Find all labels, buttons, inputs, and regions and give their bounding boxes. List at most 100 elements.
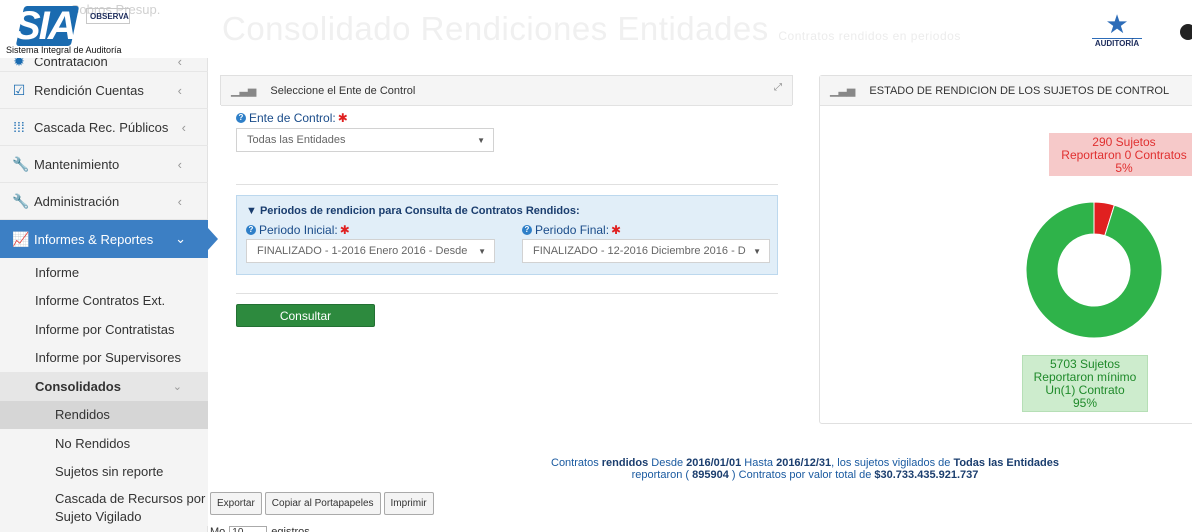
chevron-left-icon: ‹ — [181, 119, 186, 135]
chevron-left-icon: ‹ — [177, 82, 182, 98]
submenu-group-label: Consolidados — [35, 378, 121, 394]
sidebar-item-label: Administración — [34, 193, 120, 209]
help-icon: ? — [246, 225, 256, 235]
label-cero-contratos: 290 Sujetos Reportaron 0 Contratos 5% — [1049, 133, 1192, 176]
logo-subtitle: Sistema Integral de Auditoría — [6, 45, 122, 55]
page-subtitle: Contratos rendidos en periodos — [778, 29, 961, 43]
submenu-item-cascada-recursos[interactable]: Cascada de Recursos por Sujeto Vigilado — [0, 486, 208, 526]
label-minimo-un-contrato: 5703 Sujetos Reportaron mínimo Un(1) Con… — [1022, 355, 1148, 412]
sidebar-menu: ✹ Contratación ‹ ☑ Rendición Cuentas ‹ ⁞… — [0, 52, 218, 526]
ente-control-select[interactable]: Todas las Entidades ▼ — [236, 128, 494, 152]
page-size-select[interactable]: 10 — [229, 526, 268, 532]
page-title-text: Consolidado Rendiciones Entidades — [222, 10, 769, 47]
ente-control-label: ? Ente de Control: ✱ — [236, 111, 348, 125]
summary-count: 895904 — [692, 469, 729, 481]
sidebar-item-label: Cascada Rec. Públicos — [34, 119, 169, 135]
summary-part: Contratos — [551, 457, 599, 469]
periodo-final-label: ? Periodo Final: ✱ — [522, 223, 621, 237]
sidebar-item-administracion[interactable]: 🔧 Administración ‹ — [0, 183, 208, 220]
submenu-item-no-rendidos[interactable]: No Rendidos — [0, 429, 208, 458]
bar-chart-icon: ▁▃▅ — [231, 85, 257, 97]
help-icon: ? — [236, 113, 246, 123]
chevron-down-icon: ⌄ — [175, 231, 186, 246]
summary-part: Desde — [651, 457, 684, 469]
submenu-item-informe-contratistas[interactable]: Informe por Contratistas — [0, 315, 208, 344]
sidebar: Cobros Presup. SIA OBSERVA Sistema Integ… — [0, 0, 218, 532]
expand-icon[interactable]: ⤢ — [774, 82, 782, 93]
caret-down-icon: ▼ — [749, 246, 761, 256]
sidebar-item-mantenimiento[interactable]: 🔧 Mantenimiento ‹ — [0, 146, 208, 183]
exportar-button[interactable]: Exportar — [210, 492, 262, 515]
summary-to-date: 2016/12/31 — [776, 457, 832, 469]
submenu-item-rendidos[interactable]: Rendidos — [0, 400, 208, 429]
summary-part: ) Contratos por valor total de — [731, 469, 872, 481]
periodos-title: ▼ Periodos de rendicion para Consulta de… — [246, 205, 580, 217]
submenu-item-informe-contratos-ext[interactable]: Informe Contratos Ext. — [0, 287, 208, 316]
summary-total: $30.733.435.921.737 — [874, 469, 979, 481]
observa-label: OBSERVA — [90, 12, 129, 21]
ente-control-label-text: Ente de Control: — [249, 111, 336, 125]
sidebar-item-label: Rendición Cuentas — [34, 82, 144, 98]
copiar-portapapeles-button[interactable]: Copiar al Portapapeles — [264, 492, 381, 515]
periodos-title-text: Periodos de rendicion para Consulta de C… — [259, 205, 580, 217]
line-chart-icon: 📈 — [12, 230, 30, 247]
sidebar-item-rendicion-cuentas[interactable]: ☑ Rendición Cuentas ‹ — [0, 72, 208, 109]
submenu-item-informe-supervisores[interactable]: Informe por Supervisores — [0, 344, 208, 373]
grid-icon: ⁞⁞⁞ — [13, 119, 25, 135]
sidebar-item-informes-reportes[interactable]: 📈 Informes & Reportes ⌄ — [0, 220, 218, 258]
wrench-icon: 🔧 — [12, 155, 30, 172]
panel-header: ▁▃▅ Seleccione el Ente de Control ⤢ — [221, 76, 792, 106]
bar-chart-icon: ▁▃▅ — [830, 85, 856, 97]
sidebar-item-label: Informes & Reportes — [34, 231, 154, 247]
submenu-item-informe[interactable]: Informe — [0, 258, 208, 287]
panel-header: ▁▃▅ ESTADO DE RENDICION DE LOS SUJETOS D… — [820, 76, 1192, 106]
imprimir-button[interactable]: Imprimir — [383, 492, 434, 515]
star-icon: ★ — [1105, 9, 1129, 39]
periodo-inicial-label: ? Periodo Inicial: ✱ — [246, 223, 350, 237]
periodo-final-select[interactable]: FINALIZADO - 12-2016 Diciembre 2016 - D … — [522, 239, 770, 263]
periodo-inicial-value: FINALIZADO - 1-2016 Enero 2016 - Desde — [257, 245, 468, 257]
submenu-informes: Informe Informe Contratos Ext. Informe p… — [0, 258, 208, 526]
summary-rendidos: rendidos — [601, 457, 649, 469]
help-icon: ? — [522, 225, 532, 235]
panel-title: Seleccione el Ente de Control — [270, 84, 416, 97]
ente-control-value: Todas las Entidades — [247, 134, 346, 146]
page-size-prefix: Mo — [210, 526, 226, 532]
periodo-inicial-label-text: Periodo Inicial: — [259, 223, 338, 237]
caret-down-icon: ▼ — [474, 246, 486, 256]
label-line: 95% — [1072, 396, 1098, 410]
label-line: 5% — [1115, 161, 1133, 175]
chevron-left-icon: ‹ — [177, 156, 182, 172]
consultar-button[interactable]: Consultar — [236, 304, 375, 327]
chevron-down-icon: ⌄ — [172, 380, 182, 393]
export-toolbar: Exportar Copiar al Portapapeles Imprimir — [210, 492, 434, 515]
sidebar-item-cascada[interactable]: ⁞⁞⁞ Cascada Rec. Públicos ‹ — [0, 109, 208, 146]
submenu-item-sujetos-sin-reporte[interactable]: Sujetos sin reporte — [0, 458, 208, 487]
chevron-left-icon: ‹ — [177, 193, 182, 209]
check-square-icon: ☑ — [12, 81, 26, 98]
periodos-box: ▼ Periodos de rendicion para Consulta de… — [236, 195, 778, 275]
periodo-inicial-select[interactable]: FINALIZADO - 1-2016 Enero 2016 - Desde ▼ — [246, 239, 495, 263]
page-title: Consolidado Rendiciones Entidades Contra… — [222, 10, 961, 48]
page-size-control: Mo 10 egistros — [210, 526, 310, 532]
summary-part: , los sujetos vigilados de — [831, 457, 951, 469]
periodo-final-value: FINALIZADO - 12-2016 Diciembre 2016 - D — [533, 245, 746, 257]
required-icon: ✱ — [339, 223, 350, 237]
sia-logo-text: SIA — [14, 4, 77, 48]
panel-title: ESTADO DE RENDICION DE LOS SUJETOS DE CO… — [869, 84, 1170, 97]
submenu-group-consolidados[interactable]: Consolidados ⌄ — [0, 372, 208, 401]
periodo-final-label-text: Periodo Final: — [535, 223, 610, 237]
auditoria-label: AUDITORÍA — [1092, 38, 1142, 48]
summary-text: Contratos rendidos Desde 2016/01/01 Hast… — [420, 457, 1190, 481]
divider — [236, 293, 778, 294]
summary-part: Hasta — [744, 457, 774, 469]
caret-down-icon: ▼ — [477, 135, 485, 145]
donut-slice-minimo-un-contrato[interactable] — [1025, 201, 1163, 339]
sidebar-item-label: Mantenimiento — [34, 156, 120, 172]
donut-chart — [1025, 201, 1163, 339]
summary-part: reportaron ( — [631, 469, 690, 481]
user-icon[interactable] — [1180, 24, 1192, 40]
wrench-icon: 🔧 — [12, 192, 30, 209]
summary-entidades: Todas las Entidades — [953, 457, 1059, 469]
logo: Cobros Presup. SIA OBSERVA Sistema Integ… — [0, 0, 208, 58]
